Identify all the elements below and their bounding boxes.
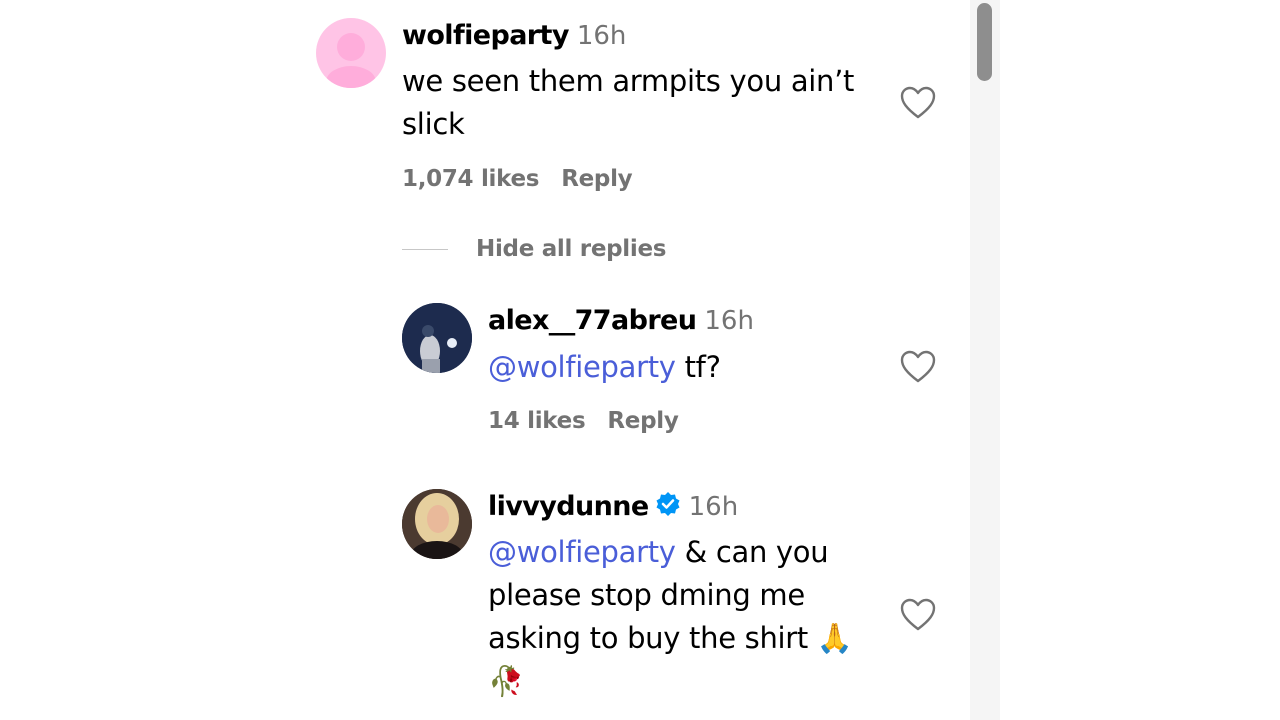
likes-count[interactable]: 1,074 likes — [402, 166, 540, 192]
mention-link[interactable]: @wolfieparty — [488, 535, 676, 569]
scrollbar-thumb[interactable] — [977, 3, 992, 81]
verified-badge-icon — [655, 491, 681, 521]
avatar[interactable] — [402, 489, 472, 559]
hide-replies-toggle[interactable]: Hide all replies — [402, 236, 666, 262]
reply-header: livvydunne 16h — [488, 491, 738, 522]
default-avatar-icon — [326, 33, 376, 88]
comment-meta: 1,074 likes Reply — [402, 166, 654, 192]
scrollbar-track[interactable] — [970, 0, 1000, 720]
comment-text-line: we seen them armpits you ain’t — [402, 64, 855, 98]
reply-text-line: 🥀 — [488, 664, 524, 698]
like-heart-icon[interactable] — [900, 86, 936, 120]
reply-time: 16h — [688, 492, 739, 522]
reply-text: @wolfieparty & can you please stop dming… — [488, 531, 853, 703]
hide-replies-label: Hide all replies — [476, 236, 667, 262]
likes-count[interactable]: 14 likes — [488, 408, 586, 434]
comment-text: we seen them armpits you ain’t slick — [402, 60, 854, 146]
comment-time: 16h — [576, 21, 627, 51]
reply-header: alex__77abreu 16h — [488, 305, 754, 336]
avatar-photo — [402, 489, 472, 559]
avatar[interactable] — [316, 18, 386, 88]
avatar[interactable] — [402, 303, 472, 373]
like-heart-icon[interactable] — [900, 350, 936, 384]
reply-meta: 14 likes Reply — [488, 408, 701, 434]
comments-list: wolfieparty 16h we seen them armpits you … — [0, 0, 970, 720]
reply-text-content: & can you — [675, 535, 829, 569]
avatar-photo — [402, 303, 472, 373]
reply-button[interactable]: Reply — [561, 166, 632, 192]
like-heart-icon[interactable] — [900, 598, 936, 632]
comment-header: wolfieparty 16h — [402, 20, 626, 51]
reply-text-line: asking to buy the shirt 🙏 — [488, 621, 853, 655]
reply-button[interactable]: Reply — [607, 408, 678, 434]
divider-line — [402, 248, 448, 250]
reply-username[interactable]: alex__77abreu — [488, 305, 697, 336]
reply-time: 16h — [704, 306, 754, 336]
reply-text: @wolfieparty tf? — [488, 346, 721, 389]
reply-username[interactable]: livvydunne — [488, 491, 649, 522]
mention-link[interactable]: @wolfieparty — [488, 350, 676, 384]
reply-text-line: please stop dming me — [488, 578, 805, 612]
comment-text-line: slick — [402, 107, 465, 141]
reply-text-content: tf? — [675, 350, 721, 384]
comment-username[interactable]: wolfieparty — [402, 20, 569, 51]
